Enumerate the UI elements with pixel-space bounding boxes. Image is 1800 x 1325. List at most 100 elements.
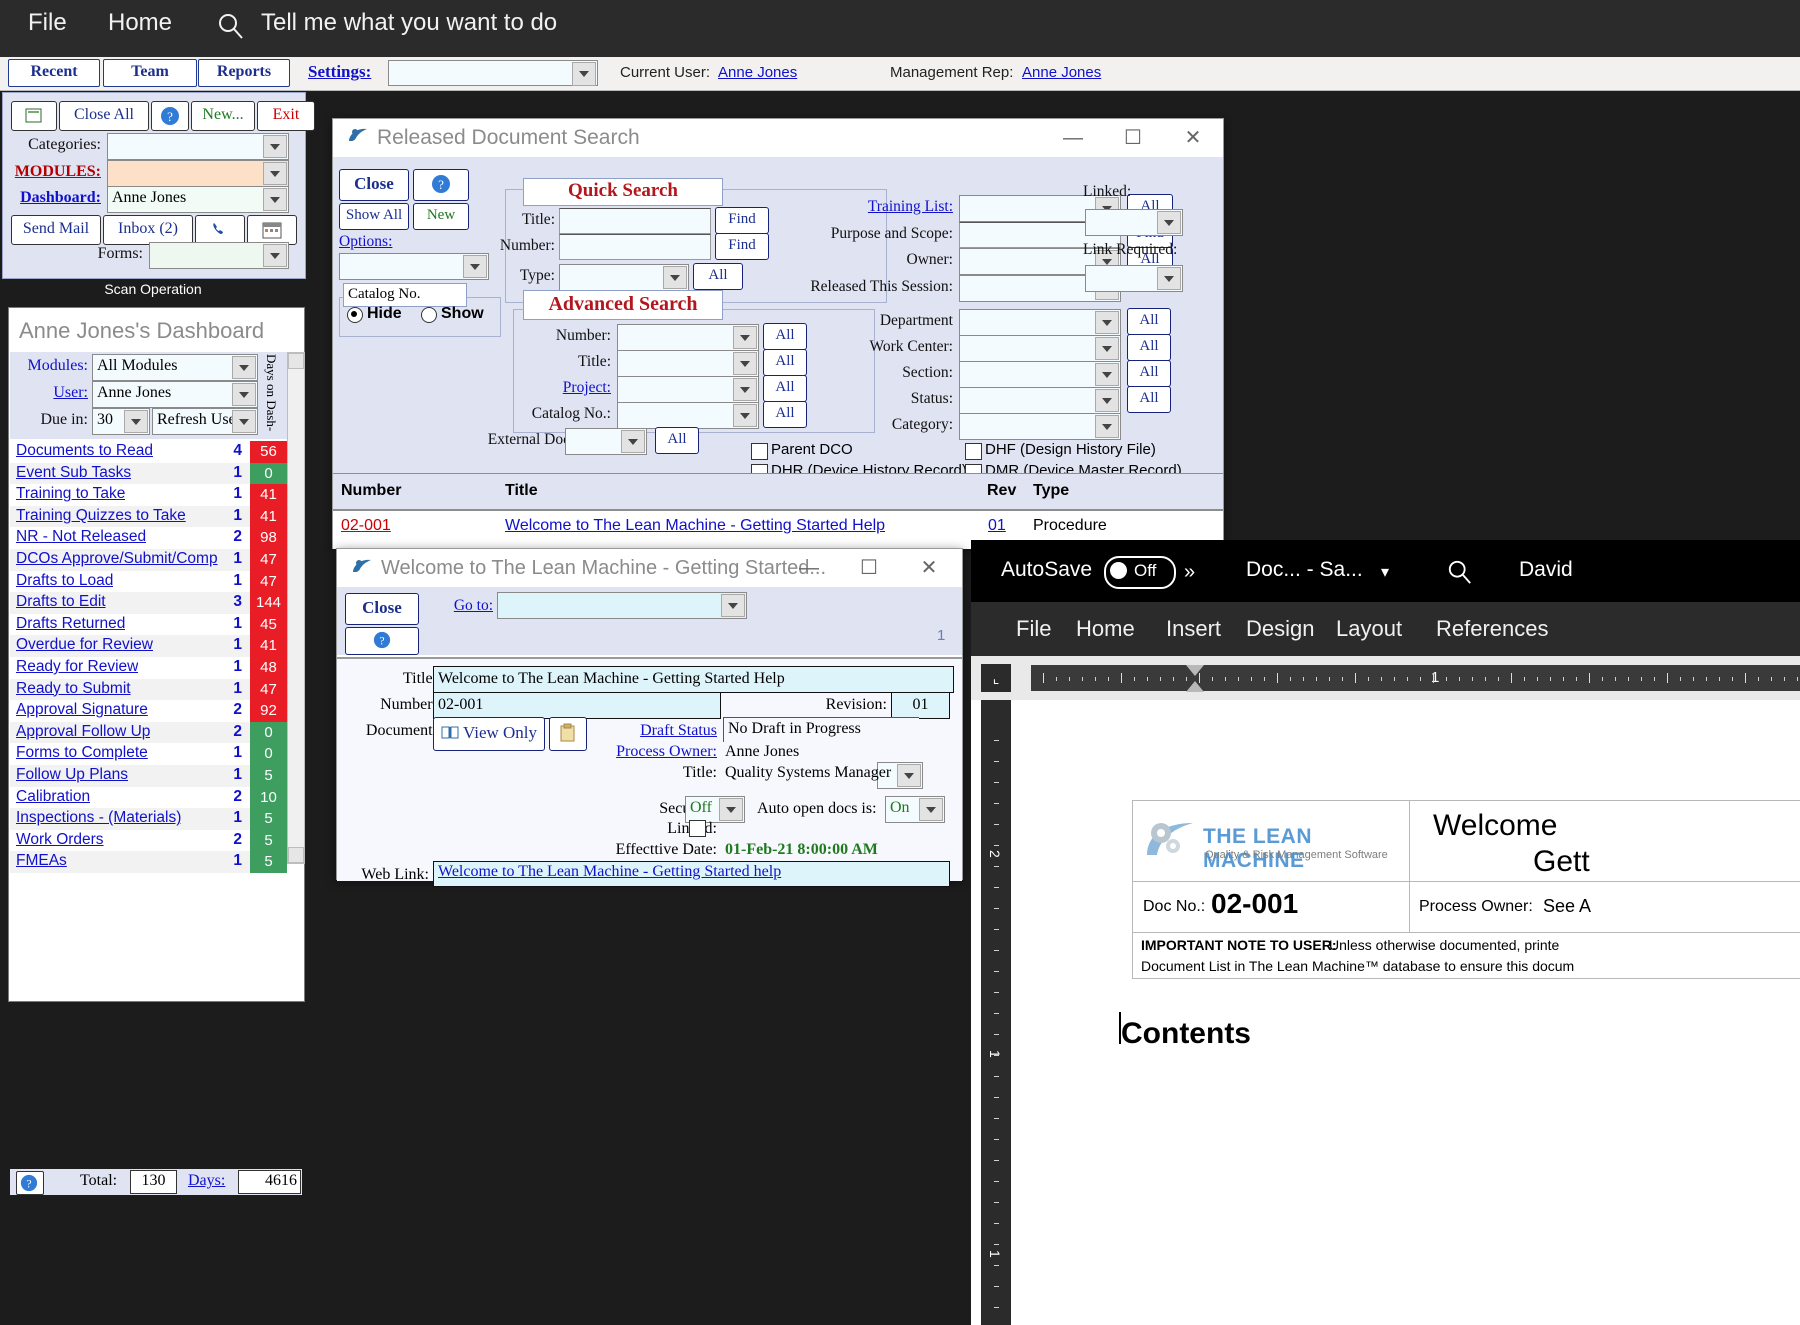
dashboard-row-label[interactable]: Training Quizzes to Take <box>16 507 186 525</box>
dashboard-combo[interactable]: Anne Jones <box>107 186 289 213</box>
due-in-combo[interactable]: 30 <box>92 408 150 435</box>
view-only-button[interactable]: View Only <box>433 717 545 751</box>
dashboard-row-label[interactable]: DCOs Approve/Submit/Comp <box>16 550 218 568</box>
chevron-down-icon[interactable] <box>232 356 256 379</box>
chevron-down-icon[interactable] <box>919 798 943 821</box>
row-rev[interactable]: 01 <box>988 517 1006 535</box>
catalog-show-radio[interactable] <box>421 307 437 323</box>
help-button[interactable]: ? <box>151 101 189 131</box>
dashboard-row[interactable]: Drafts to Load 1 47 <box>10 570 287 593</box>
catalog-hide-radio[interactable] <box>347 307 363 323</box>
auto-open-combo[interactable]: On <box>885 796 945 823</box>
right2-field-combo[interactable] <box>959 361 1121 388</box>
indent-marker-top[interactable] <box>1186 665 1204 676</box>
goto-combo[interactable] <box>497 592 747 619</box>
adv-field-all-button[interactable]: All <box>763 323 807 350</box>
minimize-icon[interactable]: — <box>779 549 839 587</box>
show-all-button[interactable]: Show All <box>339 203 409 230</box>
chevron-down-icon[interactable] <box>897 764 921 787</box>
modules-combo[interactable] <box>107 160 289 187</box>
doc-help-button[interactable]: ? <box>345 627 419 655</box>
adv-field-all-button[interactable]: All <box>655 427 699 454</box>
forms-combo[interactable] <box>149 242 289 269</box>
close-icon[interactable]: ✕ <box>899 549 959 587</box>
chevron-down-icon[interactable] <box>232 410 256 433</box>
categories-combo[interactable] <box>107 133 289 160</box>
security-combo[interactable]: Off <box>685 796 745 823</box>
dashboard-row[interactable]: Drafts Returned 1 45 <box>10 613 287 636</box>
phone-icon[interactable] <box>195 215 245 245</box>
chevron-down-icon[interactable] <box>263 244 287 267</box>
qs-type-combo[interactable] <box>559 264 689 291</box>
options-combo[interactable] <box>339 253 489 280</box>
dashboard-row-label[interactable]: Drafts to Edit <box>16 593 106 611</box>
adv-field-label[interactable]: Project: <box>491 379 611 397</box>
word-document-page[interactable]: THE LEAN MACHINE Quality & Risk Manageme… <box>1031 700 1800 1325</box>
settings-combo[interactable] <box>388 60 598 86</box>
chevron-down-icon[interactable] <box>733 326 757 349</box>
dashboard-row[interactable]: NR - Not Released 2 98 <box>10 527 287 549</box>
goto-label[interactable]: Go to: <box>429 597 493 615</box>
chevron-down-icon[interactable] <box>124 410 148 433</box>
search-help-button[interactable]: ? <box>413 169 469 201</box>
ribbon-tab-home[interactable]: Home <box>108 9 172 37</box>
right2-field-all-button[interactable]: All <box>1127 360 1171 387</box>
adv-field-all-button[interactable]: All <box>763 375 807 402</box>
dashboard-row-label[interactable]: Work Orders <box>16 831 104 849</box>
dashboard-row[interactable]: Follow Up Plans 1 5 <box>10 765 287 787</box>
chevron-down-icon[interactable] <box>1095 389 1119 412</box>
ruler-bar[interactable]: 1 <box>1031 665 1800 692</box>
team-button[interactable]: Team <box>103 59 197 87</box>
dashboard-row-label[interactable]: FMEAs <box>16 852 67 870</box>
word-tab-references[interactable]: References <box>1436 616 1549 642</box>
send-mail-button[interactable]: Send Mail <box>11 215 101 245</box>
dashboard-scrollbar[interactable] <box>287 352 305 864</box>
ribbon-tab-file[interactable]: File <box>28 9 67 37</box>
chevron-down-icon[interactable] <box>733 378 757 401</box>
chevron-down-icon[interactable] <box>719 798 743 821</box>
doc-linked-checkbox[interactable] <box>689 820 706 837</box>
chevron-down-icon[interactable] <box>263 135 287 158</box>
adv-field-all-button[interactable]: All <box>763 401 807 428</box>
chevron-down-icon[interactable] <box>232 383 256 406</box>
dashboard-row-label[interactable]: Follow Up Plans <box>16 766 128 784</box>
chevron-down-icon[interactable] <box>733 352 757 375</box>
calendar-icon[interactable] <box>247 215 297 245</box>
right2-field-combo[interactable] <box>959 335 1121 362</box>
dashboard-row-label[interactable]: Approval Signature <box>16 701 148 719</box>
process-owner-label[interactable]: Process Owner: <box>587 743 717 761</box>
chevron-down-icon[interactable] <box>463 255 487 278</box>
doc-close-button[interactable]: Close <box>345 593 419 625</box>
draft-status-label[interactable]: Draft Status <box>587 722 717 740</box>
recent-button[interactable]: Recent <box>8 59 100 87</box>
exit-button[interactable]: Exit <box>257 101 315 131</box>
adv-field-combo[interactable] <box>617 324 759 351</box>
linked-combo[interactable] <box>1085 209 1183 236</box>
catalog-show-label[interactable]: Show <box>441 305 484 323</box>
inbox-button[interactable]: Inbox (2) <box>103 215 193 245</box>
search-checkbox-label[interactable]: DHF (Design History File) <box>985 441 1245 458</box>
qs-title-input[interactable] <box>559 208 711 234</box>
chevron-down-icon[interactable] <box>263 162 287 185</box>
days-label[interactable]: Days: <box>188 1172 225 1190</box>
right2-field-all-button[interactable]: All <box>1127 386 1171 413</box>
doc-number-input[interactable]: 02-001 <box>433 692 721 719</box>
web-link-value[interactable]: Welcome to The Lean Machine - Getting St… <box>438 863 781 881</box>
chevron-down-icon[interactable] <box>663 266 687 289</box>
chevron-down-icon[interactable] <box>263 188 287 211</box>
search-icon[interactable] <box>1447 559 1473 585</box>
link-required-combo[interactable] <box>1085 265 1183 292</box>
chevron-down-icon[interactable] <box>1095 363 1119 386</box>
tab-stop-icon[interactable]: ⌞ <box>981 664 1011 692</box>
dashboard-row-label[interactable]: Documents to Read <box>16 442 153 460</box>
right2-field-combo[interactable] <box>959 413 1121 440</box>
close-icon[interactable]: ✕ <box>1163 119 1223 157</box>
refresh-combo[interactable]: Refresh Use <box>152 408 258 435</box>
dashboard-row-label[interactable]: Ready to Submit <box>16 680 131 698</box>
chevron-down-icon[interactable] <box>1157 267 1181 290</box>
scroll-up-icon[interactable] <box>288 353 304 369</box>
adv-field-combo[interactable] <box>617 402 759 429</box>
tell-me-box[interactable]: Tell me what you want to do <box>261 9 557 37</box>
dashboard-row-label[interactable]: Approval Follow Up <box>16 723 150 741</box>
dashboard-row[interactable]: Drafts to Edit 3 144 <box>10 592 287 614</box>
